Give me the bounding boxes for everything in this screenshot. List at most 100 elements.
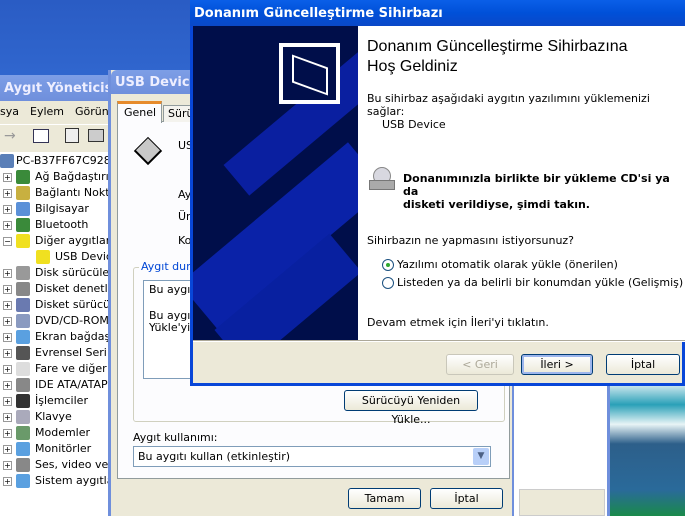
tree-item-label: Modemler — [35, 426, 91, 439]
option-automatic[interactable]: Yazılımı otomatik olarak yükle (önerilen… — [382, 258, 618, 271]
cd-drive-icon — [369, 167, 395, 191]
tree-item-label: Disk sürücüleri — [35, 266, 112, 279]
toolbar: → — [0, 124, 109, 148]
device-category-icon — [16, 394, 30, 408]
tree-item-label: Monitörler — [35, 442, 92, 455]
device-category-icon — [16, 378, 30, 392]
tab-general[interactable]: Genel — [117, 101, 162, 123]
insert-cd-text: Donanımınızla birlikte bir yükleme CD'si… — [403, 172, 670, 211]
device-category-icon — [16, 458, 30, 472]
device-usage-select[interactable]: Bu aygıtı kullan (etkinleştir) ▼ — [133, 446, 491, 467]
expand-toggle[interactable]: + — [3, 365, 12, 374]
device-category-icon — [16, 218, 30, 232]
device-category-icon — [16, 314, 30, 328]
unknown-device-icon — [16, 234, 30, 248]
expand-toggle[interactable]: + — [3, 397, 12, 406]
properties-icon[interactable] — [65, 128, 79, 143]
wallpaper — [610, 385, 685, 516]
window-title[interactable]: Donanım Güncelleştirme Sihirbazı — [190, 0, 685, 26]
unknown-device-icon — [36, 250, 50, 264]
menu-view[interactable]: Görünü — [75, 105, 109, 118]
cancel-button[interactable]: İptal — [430, 488, 503, 509]
expand-toggle[interactable]: + — [3, 221, 12, 230]
wizard-heading: Donanım Güncelleştirme Sihirbazına Hoş G… — [367, 38, 628, 75]
device-manager-window: Aygıt Yöneticisi sya Eylem Görünü → PC-B… — [0, 75, 112, 516]
tree-item-label: Klavye — [35, 410, 72, 423]
next-button[interactable]: İleri > — [521, 354, 593, 375]
device-name: USB Device — [382, 118, 446, 131]
expand-toggle[interactable]: + — [3, 381, 12, 390]
tree-item-label: USB Device — [55, 250, 109, 263]
tree-item-label: Disket sürücüle — [35, 298, 112, 311]
expand-toggle[interactable]: + — [3, 285, 12, 294]
separator — [193, 340, 685, 342]
expand-toggle[interactable]: + — [3, 461, 12, 470]
window-title[interactable]: Aygıt Yöneticisi — [0, 75, 109, 101]
device-category-icon — [16, 474, 30, 488]
device-category-icon — [16, 170, 30, 184]
expand-toggle[interactable]: + — [3, 333, 12, 342]
expand-toggle[interactable]: + — [3, 477, 12, 486]
wizard-content: Donanım Güncelleştirme Sihirbazına Hoş G… — [358, 26, 685, 340]
device-category-icon — [16, 362, 30, 376]
expand-toggle[interactable]: + — [3, 429, 12, 438]
question-text: Sihirbazın ne yapmasını istiyorsunuz? — [367, 234, 575, 247]
device-category-icon — [16, 426, 30, 440]
forward-icon[interactable]: → — [4, 128, 16, 144]
hardware-icon — [279, 43, 340, 104]
tree-item-label: IDE ATA/ATAP — [35, 378, 108, 391]
tree-item-label: DVD/CD-ROM s — [35, 314, 112, 327]
device-category-icon — [16, 298, 30, 312]
expand-toggle[interactable]: + — [3, 445, 12, 454]
menu-file[interactable]: sya — [0, 105, 19, 118]
ok-button[interactable]: Tamam — [348, 488, 421, 509]
print-icon[interactable] — [88, 129, 104, 142]
expand-toggle[interactable]: + — [3, 301, 12, 310]
computer-icon — [0, 154, 14, 168]
radio-selected[interactable] — [382, 259, 394, 271]
device-category-icon — [16, 186, 30, 200]
device-usage-label: Aygıt kullanımı: — [133, 431, 218, 444]
expand-toggle[interactable]: − — [3, 237, 12, 246]
tree-item-label: Bağlantı Noktal — [35, 186, 112, 199]
expand-toggle[interactable]: + — [3, 349, 12, 358]
back-button[interactable]: < Geri — [446, 354, 514, 375]
expand-toggle[interactable]: + — [3, 413, 12, 422]
radio-unselected[interactable] — [382, 277, 394, 289]
tree-item-label: Ekran bağdaştı — [35, 330, 112, 343]
tree-item-label: İşlemciler — [35, 394, 88, 407]
tree-item-label: Ses, video ve o — [35, 458, 112, 471]
tree-item-label: Bilgisayar — [35, 202, 89, 215]
cancel-button[interactable]: İptal — [606, 354, 680, 375]
expand-toggle[interactable]: + — [3, 189, 12, 198]
wizard-banner — [193, 26, 358, 340]
menu-action[interactable]: Eylem — [30, 105, 64, 118]
expand-toggle[interactable]: + — [3, 317, 12, 326]
background-window — [510, 385, 610, 516]
reinstall-driver-button[interactable]: Sürücüyü Yeniden Yükle... — [344, 390, 478, 426]
tree-item-label: Fare ve diğer i — [35, 362, 112, 375]
tree-item-label: Sistem aygıtlar — [35, 474, 112, 487]
expand-toggle[interactable]: + — [3, 269, 12, 278]
option-manual[interactable]: Listeden ya da belirli bir konumdan yükl… — [382, 276, 683, 289]
tree-item-label: Disket denetley — [35, 282, 109, 295]
tree-item-label: Bluetooth — [35, 218, 89, 231]
device-category-icon — [16, 282, 30, 296]
intro-text: Bu sihirbaz aşağıdaki aygıtın yazılımını… — [367, 92, 650, 118]
hardware-update-wizard: Donanım Güncelleştirme Sihirbazı Donanım… — [190, 0, 685, 386]
tree-item-label: Diğer aygıtlar — [35, 234, 111, 247]
continue-text: Devam etmek için İleri'yi tıklatın. — [367, 316, 549, 329]
show-hide-tree-icon[interactable] — [33, 129, 49, 143]
device-category-icon — [16, 410, 30, 424]
device-category-icon — [16, 202, 30, 216]
tree-item-label: Ağ Bağdaştırıcı — [35, 170, 112, 183]
device-category-icon — [16, 442, 30, 456]
device-category-icon — [16, 330, 30, 344]
device-category-icon — [16, 346, 30, 360]
chevron-down-icon[interactable]: ▼ — [473, 448, 489, 465]
tree-item-label: Evrensel Seri Y — [35, 346, 112, 359]
device-tree: PC-B37FF67C9281 + Ağ Bağdaştırıcı + Bağlant… — [0, 152, 112, 516]
expand-toggle[interactable]: + — [3, 173, 12, 182]
expand-toggle[interactable]: + — [3, 205, 12, 214]
device-category-icon — [16, 266, 30, 280]
